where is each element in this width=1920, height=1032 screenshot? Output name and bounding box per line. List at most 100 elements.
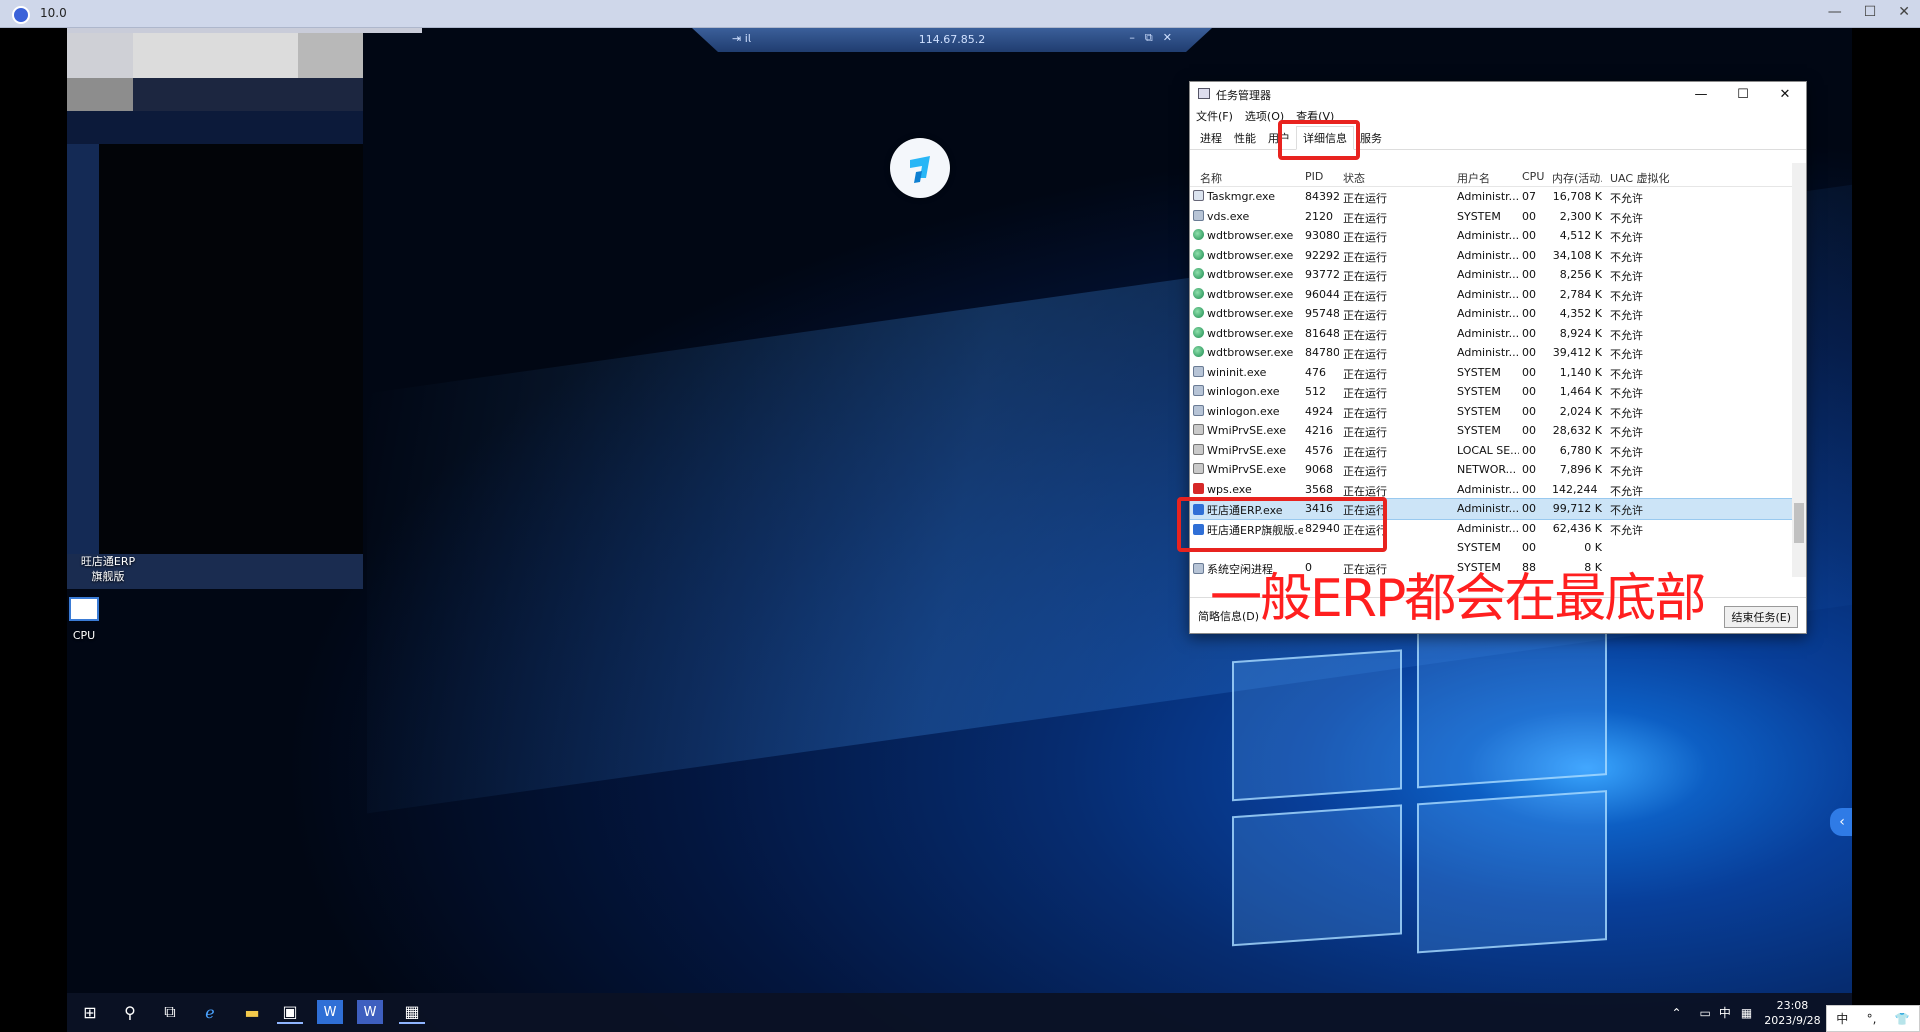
table-cell: 正在运行	[1343, 309, 1387, 322]
table-header[interactable]: 名称 PID 状态用户名CPU 内存(活动... UAC 虚拟化	[1190, 163, 1794, 187]
table-row[interactable]: wdtbrowser.exe 92292 正在运行 Administr... 00 34,…	[1190, 246, 1794, 266]
minimize-button[interactable]: —	[1828, 4, 1842, 20]
rdp-minimize-button[interactable]: –	[1129, 31, 1135, 45]
end-task-button[interactable]: 结束任务(E)	[1724, 606, 1798, 628]
rdp-connection-bar[interactable]: ⇥ 𝗂𝗅 114.67.85.2 – ⧉ ✕	[692, 28, 1212, 52]
tab-processes[interactable]: 进程	[1194, 127, 1228, 149]
table-cell: 93080	[1305, 229, 1339, 242]
table-cell: 00	[1522, 365, 1536, 379]
floating-app-icon[interactable]	[890, 138, 950, 198]
table-row[interactable]: wdtbrowser.exe 84780 正在运行 Administr... 00 39,…	[1190, 343, 1794, 363]
tab-performance[interactable]: 性能	[1228, 127, 1262, 149]
process-wmi-icon	[1193, 463, 1204, 474]
table-cell: 07	[1522, 190, 1536, 203]
table-row[interactable]: Taskmgr.exe 84392 正在运行 Administr... 07 16,708…	[1190, 187, 1794, 207]
outer-skin-icon[interactable]: 👕	[1895, 1012, 1910, 1026]
process-name: WmiPrvSE.exe	[1207, 463, 1287, 476]
tray-chevron-icon[interactable]: ⌃	[1671, 1006, 1681, 1020]
table-row[interactable]: WmiPrvSE.exe 9068 正在运行 NETWOR... 00 7,896 K 不允…	[1190, 460, 1794, 480]
table-cell: 2,024 K	[1559, 404, 1602, 418]
column-header[interactable]: PID	[1305, 170, 1339, 183]
table-cell: 4,352 K	[1559, 307, 1602, 320]
outer-punct-indicator[interactable]: °,	[1867, 1012, 1877, 1026]
outer-window-controls: — ☐ ✕	[1828, 4, 1910, 20]
rdp-close-button[interactable]: ✕	[1163, 31, 1172, 45]
highlight-box-details-tab	[1278, 120, 1360, 160]
erp-flagship-icon[interactable]: W	[357, 1000, 383, 1024]
rdp-restore-button[interactable]: ⧉	[1145, 31, 1153, 45]
close-button[interactable]: ✕	[1898, 4, 1910, 20]
table-cell: 39,412 K	[1552, 346, 1602, 359]
table-cell: 不允许	[1610, 387, 1643, 400]
table-cell: 不允许	[1610, 465, 1643, 478]
outer-ime-indicator[interactable]: 中	[1836, 1010, 1848, 1027]
column-header[interactable]: CPU	[1522, 170, 1544, 183]
column-header[interactable]: UAC 虚拟化	[1610, 170, 1670, 186]
desktop-icon-erp-flagship[interactable]: 旺店通ERP旗舰版	[73, 554, 143, 584]
table-cell: 4924	[1305, 404, 1333, 418]
menu-file[interactable]: 文件(F)	[1196, 108, 1233, 124]
ie-icon[interactable]: ℯ	[197, 1000, 223, 1024]
table-cell: 9068	[1305, 463, 1333, 476]
process-browser-icon	[1193, 229, 1204, 240]
table-cell: 00	[1522, 326, 1536, 340]
table-cell: Administr...	[1457, 482, 1519, 496]
process-table-scrollbar[interactable]	[1792, 163, 1806, 577]
table-row[interactable]: WmiPrvSE.exe 4216 正在运行 SYSTEM 00 28,632 K 不允许	[1190, 421, 1794, 441]
process-name: WmiPrvSE.exe	[1207, 424, 1287, 437]
process-sys-icon	[1193, 385, 1204, 396]
outer-ip-label: 10.0	[40, 6, 67, 20]
table-row[interactable]: wdtbrowser.exe 81648 正在运行 Administr... 00 8,9…	[1190, 324, 1794, 344]
side-collapse-arrow-icon[interactable]: ‹	[1830, 808, 1852, 836]
table-row[interactable]: wdtbrowser.exe 96044 正在运行 Administr... 00 2,7…	[1190, 285, 1794, 305]
table-cell: 不允许	[1610, 445, 1643, 459]
tm-close-button[interactable]: ✕	[1764, 82, 1806, 106]
table-cell: wininit.exe	[1193, 365, 1303, 379]
table-cell: 93772	[1305, 268, 1339, 281]
table-cell: 92292	[1305, 248, 1339, 262]
table-cell: Administr...	[1457, 190, 1519, 203]
clock[interactable]: 23:08 2023/9/28	[1764, 998, 1820, 1028]
desktop-icon-cpu[interactable]: CPU	[67, 597, 119, 642]
table-cell: 不允许	[1610, 523, 1643, 537]
maximize-button[interactable]: ☐	[1864, 4, 1877, 20]
table-row[interactable]: wdtbrowser.exe 95748 正在运行 Administr... 00 4,3…	[1190, 304, 1794, 324]
tm-minimize-button[interactable]: —	[1680, 82, 1722, 106]
start-icon[interactable]: ⊞	[77, 1000, 103, 1024]
table-cell: 00	[1522, 248, 1536, 262]
table-row[interactable]: wininit.exe 476 正在运行 SYSTEM 00 1,140 K 不允许	[1190, 363, 1794, 383]
remote-desktop-icon[interactable]: ▣	[277, 1000, 303, 1024]
table-cell: Administr...	[1457, 521, 1519, 535]
table-cell: WmiPrvSE.exe	[1193, 424, 1303, 437]
table-row[interactable]: wdtbrowser.exe 93080 正在运行 Administr... 00 4,5…	[1190, 226, 1794, 246]
table-cell: NETWOR...	[1457, 463, 1517, 476]
task-manager-window[interactable]: 任务管理器 — ☐ ✕ 文件(F) 选项(O) 查看(V) 进程 性能 用户 详…	[1177, 81, 1807, 634]
process-browser-icon	[1193, 307, 1204, 318]
desktop-icon-label: CPU	[72, 629, 96, 642]
ime-indicator[interactable]: 中	[1719, 1004, 1731, 1021]
table-cell: 16,708 K	[1552, 190, 1602, 203]
ime-grid-icon[interactable]: ▦	[1741, 1006, 1752, 1020]
process-name: winlogon.exe	[1207, 385, 1280, 398]
file-explorer-icon[interactable]: ▬	[239, 1000, 265, 1024]
network-icon[interactable]: ▭	[1700, 1006, 1711, 1020]
outer-right-margin	[1852, 28, 1920, 1032]
column-header[interactable]: 状态	[1343, 170, 1453, 186]
table-row[interactable]: vds.exe 2120 正在运行 SYSTEM 00 2,300 K 不允许	[1190, 207, 1794, 227]
search-icon[interactable]: ⚲	[117, 1000, 143, 1024]
remote-desktop-view[interactable]: ⇥ 𝗂𝗅 114.67.85.2 – ⧉ ✕ 旺店通ERP旗舰版 CPU ‹ 任…	[67, 28, 1852, 1032]
desktop-icon-label: 旺店通ERP旗舰版	[80, 555, 136, 583]
table-row[interactable]: winlogon.exe 512 正在运行 SYSTEM 00 1,464 K 不允许	[1190, 382, 1794, 402]
table-row[interactable]: winlogon.exe 4924 正在运行 SYSTEM 00 2,024 K 不允许	[1190, 402, 1794, 422]
column-header[interactable]: 内存(活动...	[1552, 170, 1602, 186]
tm-maximize-button[interactable]: ☐	[1722, 82, 1764, 106]
table-row[interactable]: WmiPrvSE.exe 4576 正在运行 LOCAL SE... 00 6,780 K…	[1190, 441, 1794, 461]
column-header[interactable]: 名称	[1200, 170, 1300, 186]
erp-icon[interactable]: W	[317, 1000, 343, 1024]
calculator-icon[interactable]: ▦	[399, 1000, 425, 1024]
task-view-icon[interactable]: ⧉	[157, 1000, 183, 1024]
table-cell: 00	[1522, 307, 1536, 320]
column-header[interactable]: 用户名	[1457, 170, 1519, 186]
process-name: wdtbrowser.exe	[1207, 326, 1294, 340]
table-row[interactable]: wdtbrowser.exe 93772 正在运行 Administr... 00 8,2…	[1190, 265, 1794, 285]
